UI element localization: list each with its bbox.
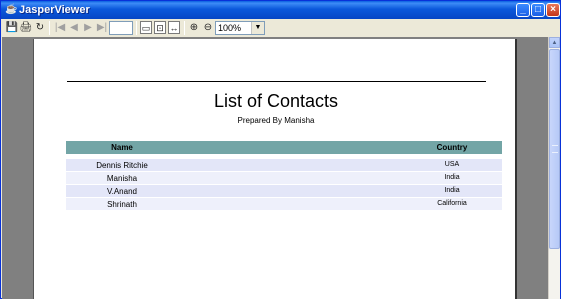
fit-page-icon[interactable]: ⊡: [154, 21, 166, 34]
previous-page-icon[interactable]: ◀: [67, 20, 81, 35]
chevron-down-icon[interactable]: ▼: [251, 22, 264, 34]
reload-icon[interactable]: ↻: [33, 20, 47, 35]
table-body: Dennis Ritchie USA Manisha India V.Anand…: [66, 158, 502, 210]
report-page: List of Contacts Prepared By Manisha Nam…: [33, 39, 517, 299]
toolbar: 💾 🖨 ↻ |◀ ◀ ▶ ▶| ▭ ⊡ ↔ ⊕ ⊖ 100% ▼: [2, 19, 559, 37]
page-number-input[interactable]: [109, 21, 133, 35]
print-icon[interactable]: 🖨: [19, 20, 33, 35]
app-icon: ☕: [5, 4, 18, 15]
table-row: Dennis Ritchie USA: [66, 158, 502, 171]
report-title: List of Contacts: [213, 91, 339, 111]
actual-size-icon[interactable]: ▭: [140, 21, 152, 34]
zoom-out-icon[interactable]: ⊖: [201, 20, 215, 35]
jasper-viewer-window: ☕ JasperViewer _ □ × 💾 🖨 ↻ |◀ ◀ ▶ ▶| ▭ ⊡…: [0, 0, 561, 299]
toolbar-separator: [49, 21, 50, 35]
minimize-button[interactable]: _: [516, 3, 530, 17]
next-page-icon[interactable]: ▶: [81, 20, 95, 35]
maximize-button[interactable]: □: [531, 3, 545, 17]
cell-name: Manisha: [106, 174, 138, 183]
cell-name: V.Anand: [107, 187, 137, 196]
fit-width-icon[interactable]: ↔: [168, 21, 180, 34]
vertical-scrollbar[interactable]: ▲: [548, 37, 560, 299]
cell-country: India: [444, 174, 460, 181]
table-row: Manisha India: [66, 171, 502, 184]
table-row: Shrinath California: [66, 197, 502, 210]
title-rule: [67, 81, 486, 82]
toolbar-separator: [136, 21, 137, 35]
contacts-table: Name Country Dennis Ritchie USA Manisha …: [66, 141, 502, 210]
column-header-name: Name: [111, 143, 133, 152]
toolbar-separator: [184, 21, 185, 35]
report-subtitle: Prepared By Manisha: [237, 116, 315, 125]
table-header: Name Country: [66, 141, 502, 154]
scroll-up-icon[interactable]: ▲: [549, 37, 560, 48]
last-page-icon[interactable]: ▶|: [95, 20, 109, 35]
close-button[interactable]: ×: [546, 3, 560, 17]
report-viewport[interactable]: List of Contacts Prepared By Manisha Nam…: [2, 37, 548, 299]
scrollbar-thumb[interactable]: [549, 49, 560, 249]
zoom-in-icon[interactable]: ⊕: [187, 20, 201, 35]
cell-name: Dennis Ritchie: [96, 161, 148, 170]
table-row: V.Anand India: [66, 184, 502, 197]
save-icon[interactable]: 💾: [5, 20, 19, 35]
column-header-country: Country: [436, 143, 468, 152]
cell-country: India: [444, 187, 460, 194]
first-page-icon[interactable]: |◀: [53, 20, 67, 35]
cell-name: Shrinath: [107, 200, 137, 209]
cell-country: California: [437, 200, 467, 207]
grip-icon: [552, 145, 558, 153]
cell-country: USA: [444, 161, 460, 168]
title-bar[interactable]: ☕ JasperViewer _ □ ×: [1, 1, 560, 19]
window-title: JasperViewer: [19, 4, 90, 16]
